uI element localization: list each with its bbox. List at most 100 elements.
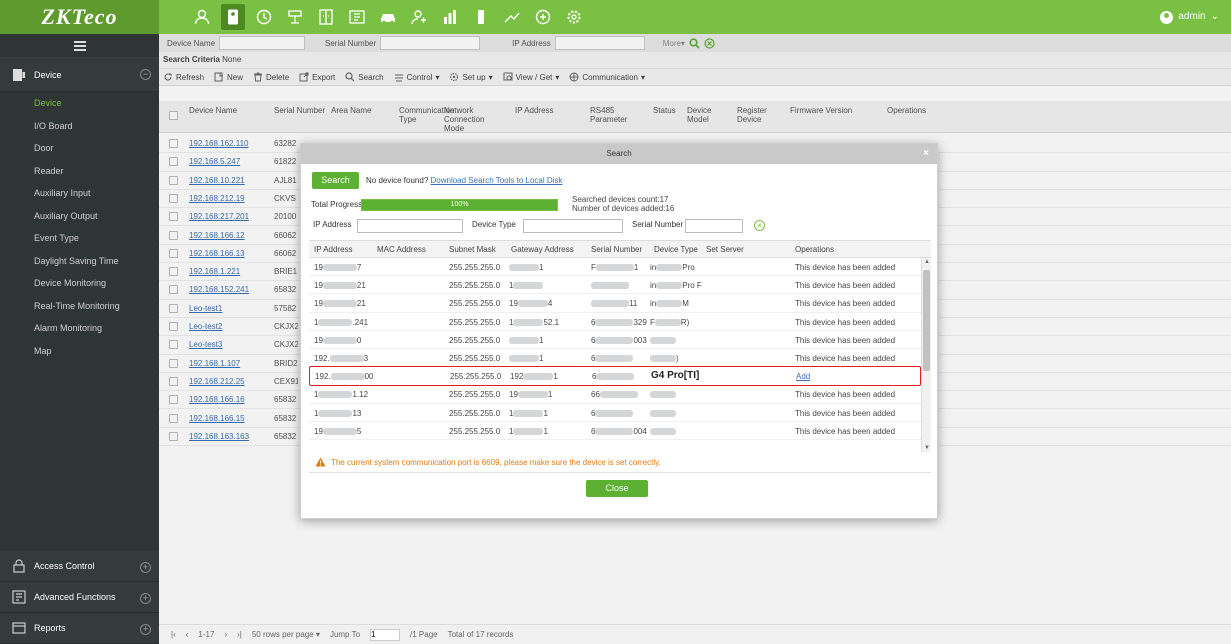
subnet-mask-cell: 255.255.255.0 — [449, 408, 501, 418]
user-name: admin — [1178, 11, 1206, 22]
module-consumption[interactable] — [283, 4, 307, 30]
result-row-new-device[interactable]: 192. 00 255.255.255.0 192 1 6 G4 Pro[TI] Add — [309, 366, 921, 387]
close-icon[interactable]: × — [923, 144, 929, 164]
ip-cell: 19 21 — [314, 281, 366, 291]
clear-filter-icon[interactable]: × — [754, 220, 765, 231]
collapse-minus-icon[interactable]: − — [140, 69, 151, 80]
sidebar-group-reports[interactable]: Reports + — [0, 613, 159, 644]
module-nav — [190, 4, 586, 30]
serial-number-cell — [591, 281, 629, 290]
expand-plus-icon[interactable]: + — [140, 593, 151, 604]
last-page-button[interactable]: ›| — [237, 630, 242, 639]
expand-plus-icon[interactable]: + — [140, 624, 151, 635]
result-row[interactable]: 1 13 255.255.255.0 1 1 6 This device has been … — [309, 404, 921, 422]
sidebar-item-i-o-board[interactable]: I/O Board — [0, 115, 159, 138]
filter-type-input[interactable] — [523, 219, 623, 233]
gateway-cell: 1 — [509, 354, 543, 363]
module-personnel[interactable] — [190, 4, 214, 30]
module-security[interactable] — [531, 4, 555, 30]
result-row[interactable]: 192. 3 255.255.255.0 1 6) This device has bee… — [309, 349, 921, 368]
device-type-cell: G4 Pro[TI] — [651, 370, 700, 382]
result-row[interactable]: 19 5 255.255.255.0 1 1 6 004 This device has be… — [309, 422, 921, 440]
sidebar-item-auxiliary-output[interactable]: Auxiliary Output — [0, 205, 159, 228]
redacted-block — [650, 409, 676, 417]
close-button[interactable]: Close — [586, 480, 648, 497]
dialog-title-bar: Search × — [301, 144, 937, 164]
filter-ip-input[interactable] — [357, 219, 463, 233]
module-visitor[interactable] — [407, 4, 431, 30]
sidebar-item-door[interactable]: Door — [0, 137, 159, 160]
result-row[interactable]: 19 21 255.255.255.0 1 in Pro F This device has… — [309, 276, 921, 295]
module-intrusion[interactable] — [500, 4, 524, 30]
redacted-block — [513, 409, 544, 417]
module-patrol[interactable] — [438, 4, 462, 30]
expand-plus-icon[interactable]: + — [140, 562, 151, 573]
dialog-search-button[interactable]: Search — [312, 172, 359, 189]
sidebar-group-advanced-functions[interactable]: Advanced Functions + — [0, 582, 159, 613]
module-system[interactable] — [562, 4, 586, 30]
sidebar-group-label: Reports — [34, 623, 66, 633]
device-type-cell: in M — [650, 299, 689, 309]
module-guard[interactable] — [469, 4, 493, 30]
sidebar-item-device[interactable]: Device — [0, 92, 159, 115]
module-attendance[interactable] — [252, 4, 276, 30]
scroll-down-icon[interactable]: ▼ — [924, 445, 930, 451]
scrollbar-thumb[interactable] — [923, 270, 930, 371]
sidebar-item-reader[interactable]: Reader — [0, 160, 159, 183]
user-menu[interactable]: admin ⌄ — [1160, 0, 1219, 34]
sidebar-item-auxiliary-input[interactable]: Auxiliary Input — [0, 182, 159, 205]
sidebar-group-device[interactable]: Device − — [0, 58, 159, 92]
redacted-block — [591, 282, 629, 290]
device-type-cell: in Pro — [650, 263, 695, 272]
first-page-button[interactable]: |‹ — [171, 630, 176, 639]
gateway-cell: 192 1 — [510, 372, 558, 382]
redacted-block — [329, 355, 364, 362]
add-device-link[interactable]: Add — [796, 372, 810, 381]
module-parking[interactable] — [345, 4, 369, 30]
filter-ip-label: IP Address — [313, 220, 352, 229]
sidebar: Device − Device I/O Board Door Reader Auxili… — [0, 34, 159, 644]
redacted-block — [509, 336, 539, 344]
result-row[interactable]: 1 1.12 255.255.255.0 19 1 66 This device has b… — [309, 385, 921, 404]
subnet-mask-cell: 255.255.255.0 — [449, 263, 501, 272]
subnet-mask-cell: 255.255.255.0 — [449, 354, 501, 363]
sidebar-item-device-monitoring[interactable]: Device Monitoring — [0, 272, 159, 295]
next-page-button[interactable]: › — [224, 630, 227, 639]
scroll-up-icon[interactable]: ▲ — [924, 259, 930, 265]
operation-status: This device has been added — [795, 354, 896, 363]
reports-icon — [12, 622, 26, 634]
module-elevator[interactable] — [314, 4, 338, 30]
filter-sn-input[interactable] — [685, 219, 743, 233]
redacted-block — [517, 300, 548, 308]
sidebar-collapse-button[interactable] — [0, 34, 159, 58]
redacted-block — [513, 318, 544, 326]
ip-cell: 19 21 — [314, 299, 366, 309]
jump-page-input[interactable] — [370, 628, 401, 641]
redacted-block — [595, 318, 634, 326]
user-avatar-icon — [1160, 10, 1174, 24]
rows-per-page-select[interactable]: 50 rows per page ▾ — [252, 630, 320, 639]
sidebar-item-daylight-saving-time[interactable]: Daylight Saving Time — [0, 250, 159, 273]
result-row[interactable]: 19 21 255.255.255.0 19 4 11 in M This device has… — [309, 294, 921, 313]
sidebar-item-real-time-monitoring[interactable]: Real-Time Monitoring — [0, 295, 159, 318]
zkteco-logo[interactable]: ZKTeco — [0, 0, 159, 34]
prev-page-button[interactable]: ‹ — [186, 630, 189, 639]
gateway-cell: 1 — [509, 263, 543, 272]
ip-cell: 192. 00 — [315, 372, 374, 382]
redacted-block — [330, 373, 365, 381]
no-device-message: No device found? Download Search Tools t… — [366, 176, 562, 185]
sidebar-item-map[interactable]: Map — [0, 340, 159, 363]
sidebar-group-access-control[interactable]: Access Control + — [0, 551, 159, 582]
result-row[interactable]: 19 0 255.255.255.0 1 6 003 This device has bee… — [309, 331, 921, 349]
redacted-block — [513, 282, 544, 290]
person-icon — [194, 9, 210, 25]
module-access[interactable] — [221, 4, 245, 30]
download-tools-link[interactable]: Download Search Tools to Local Disk — [431, 176, 563, 185]
module-vehicle[interactable] — [376, 4, 400, 30]
clock-icon — [256, 9, 272, 25]
sidebar-item-event-type[interactable]: Event Type — [0, 227, 159, 250]
sidebar-item-alarm-monitoring[interactable]: Alarm Monitoring — [0, 317, 159, 340]
result-row[interactable]: 19 7 255.255.255.0 1 F 1 in Pro This device has … — [309, 258, 921, 277]
result-row[interactable]: 1.241 255.255.255.0 1 52.1 6 329 F R) This devic… — [309, 313, 921, 331]
results-scrollbar[interactable]: ▲ ▼ — [921, 258, 931, 452]
